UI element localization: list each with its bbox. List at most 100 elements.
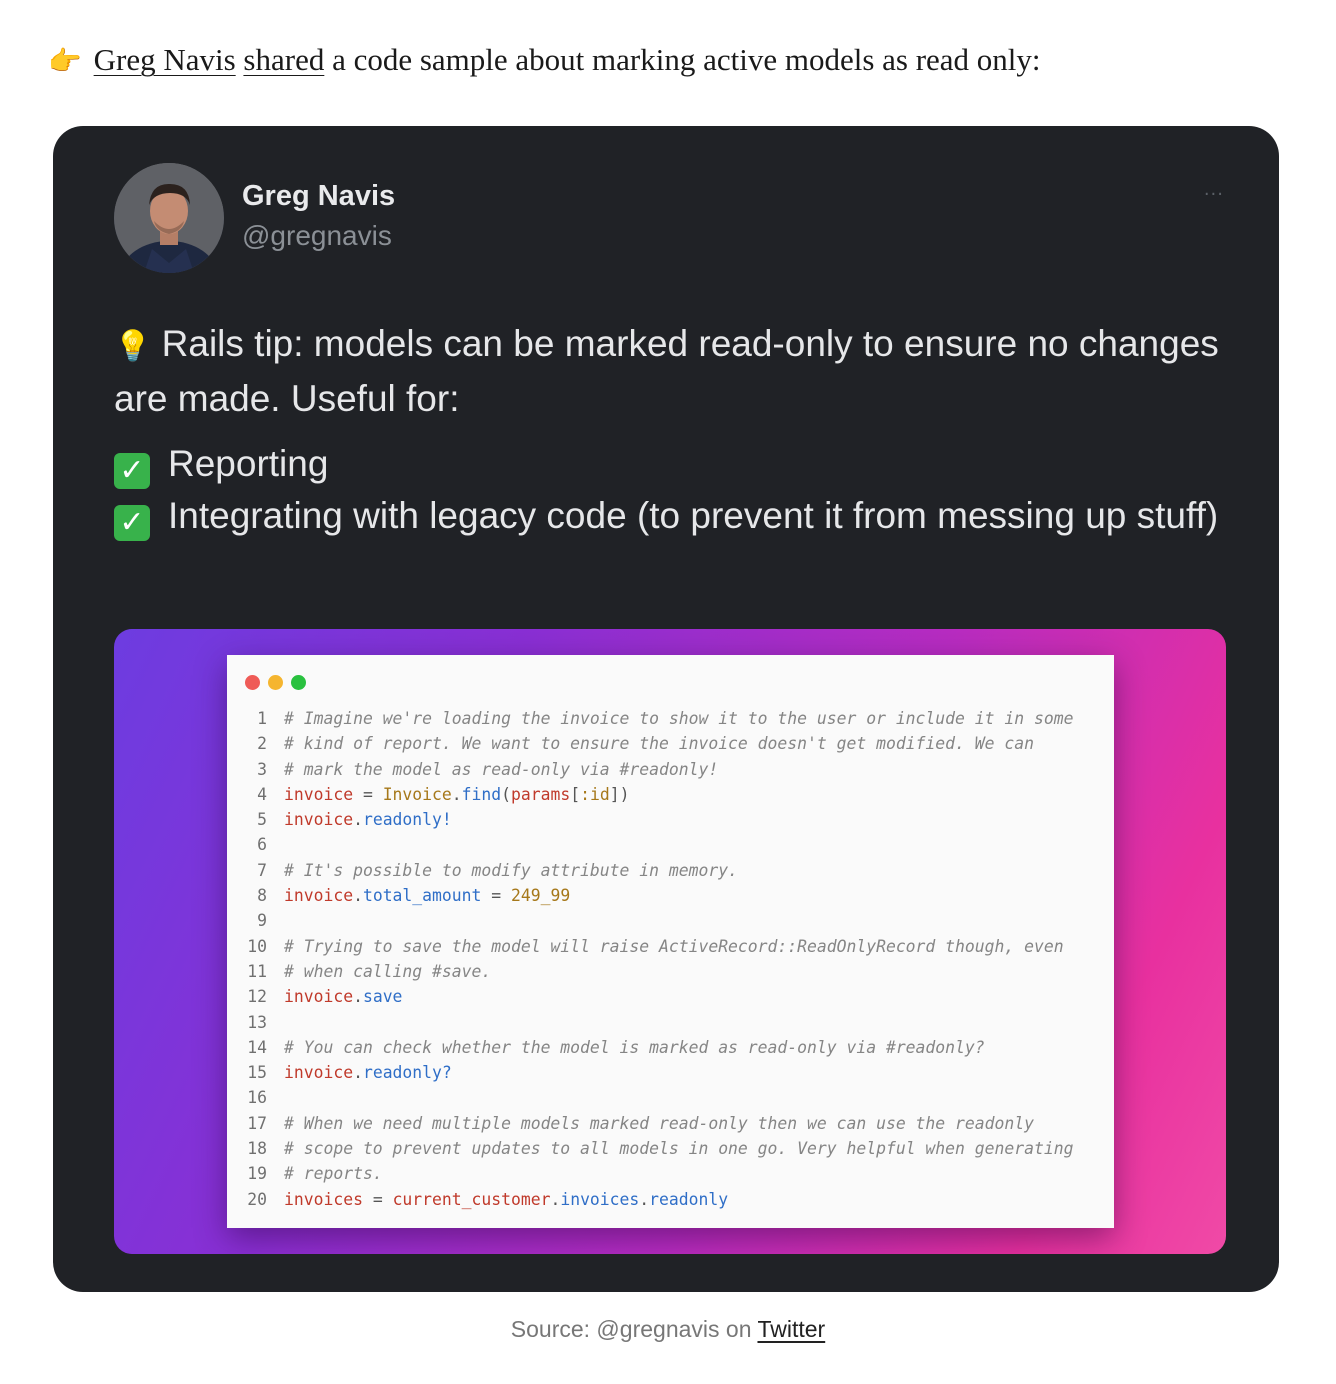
tweet-bullets: ✓ Reporting ✓ Integrating with legacy code…	[114, 438, 1224, 542]
code-token: # reports.	[284, 1164, 383, 1184]
minimize-dot-icon	[268, 675, 283, 690]
code-token: .	[639, 1189, 650, 1209]
author-name[interactable]: Greg Navis	[242, 180, 395, 213]
code-token: current_customer	[392, 1189, 551, 1209]
code-token: invoices	[284, 1189, 363, 1209]
line-number: 11	[247, 961, 267, 981]
author-link[interactable]: Greg Navis	[94, 42, 236, 77]
code-token: readonly	[649, 1189, 729, 1209]
code-line: 15 invoice.readonly?	[241, 1060, 1111, 1085]
line-number: 9	[257, 911, 267, 931]
code-token: =	[481, 886, 511, 906]
code-line: 1 # Imagine we're loading the invoice to …	[241, 706, 1111, 731]
tweet-body: 💡 Rails tip: models can be marked read-o…	[114, 318, 1224, 542]
avatar-portrait-image	[114, 163, 224, 273]
line-number: 14	[247, 1037, 267, 1057]
code-line: 18 # scope to prevent updates to all mode…	[241, 1136, 1111, 1161]
intro-text: a code sample about marking active model…	[324, 42, 1041, 77]
line-number: 20	[247, 1189, 267, 1209]
code-line: 6	[241, 832, 1111, 857]
tweet-media-image[interactable]: 1 # Imagine we're loading the invoice to …	[114, 629, 1226, 1254]
code-token: .	[550, 1189, 561, 1209]
line-number: 3	[257, 759, 267, 779]
bullet-legacy-code: Integrating with legacy code (to prevent…	[168, 495, 1219, 536]
twitter-link[interactable]: Twitter	[757, 1316, 825, 1342]
caption-text: Source: @gregnavis on	[510, 1316, 758, 1342]
code-line: 2 # kind of report. We want to ensure the…	[241, 731, 1111, 756]
code-token: # mark the model as read-only via #reado…	[284, 759, 719, 779]
code-token: invoice	[284, 810, 354, 830]
code-token: :id	[580, 784, 610, 804]
code-token: .	[451, 784, 462, 804]
tweet-paragraph-intro: 💡 Rails tip: models can be marked read-o…	[114, 318, 1224, 425]
code-token: =	[353, 784, 383, 804]
line-number: 17	[247, 1113, 267, 1133]
code-token: invoice	[284, 1063, 354, 1083]
code-token: Invoice	[382, 784, 452, 804]
line-number: 10	[247, 936, 267, 956]
window-controls	[245, 675, 314, 695]
line-number: 15	[247, 1063, 267, 1083]
code-line: 12 invoice.save	[241, 984, 1111, 1009]
image-caption: Source: @gregnavis on Twitter	[0, 1316, 1336, 1343]
code-line: 19 # reports.	[241, 1161, 1111, 1186]
code-token: [	[570, 784, 581, 804]
code-token: invoices	[560, 1189, 640, 1209]
code-token: invoice	[284, 886, 354, 906]
code-token: # You can check whether the model is mar…	[284, 1037, 985, 1057]
line-number: 12	[247, 987, 267, 1007]
intro-sentence: 👉 Greg Navis shared a code sample about m…	[48, 38, 1296, 84]
code-token: .	[353, 886, 363, 906]
line-number: 7	[257, 860, 267, 880]
code-token: (	[501, 784, 511, 804]
line-number: 8	[257, 886, 267, 906]
code-line: 8 invoice.total_amount = 249_99	[241, 883, 1111, 908]
code-token: .	[353, 1063, 363, 1083]
author-handle[interactable]: @gregnavis	[242, 220, 392, 252]
line-number: 2	[257, 734, 267, 754]
code-token: invoice	[284, 987, 354, 1007]
code-token: # kind of report. We want to ensure the …	[284, 734, 1034, 754]
code-token: total_amount	[362, 886, 482, 906]
line-number: 1	[257, 709, 267, 728]
code-line: 9	[241, 908, 1111, 933]
line-number: 6	[257, 835, 267, 855]
pointing-hand-icon: 👉	[48, 46, 82, 77]
code-token: 249_99	[510, 886, 571, 906]
code-token: # It's possible to modify attribute in m…	[284, 860, 738, 880]
code-line: 11 # when calling #save.	[241, 959, 1111, 984]
line-number: 13	[247, 1012, 267, 1032]
tweet-card[interactable]: Greg Navis @gregnavis ··· 💡 Rails tip: m…	[53, 126, 1279, 1292]
tweet-intro-text: Rails tip: models can be marked read-onl…	[114, 323, 1219, 419]
code-line: 4 invoice = Invoice.find(params[:id])	[241, 782, 1111, 807]
code-token: # Trying to save the model will raise Ac…	[284, 936, 1064, 956]
code-line: 14 # You can check whether the model is m…	[241, 1035, 1111, 1060]
code-token: =	[362, 1189, 393, 1209]
code-window: 1 # Imagine we're loading the invoice to …	[227, 655, 1114, 1228]
more-options-icon[interactable]: ···	[1204, 184, 1224, 205]
code-token: # scope to prevent updates to all models…	[284, 1139, 1074, 1159]
code-token: .	[353, 810, 363, 830]
code-line: 5 invoice.readonly!	[241, 807, 1111, 832]
maximize-dot-icon	[291, 675, 306, 690]
code-line: 16	[241, 1085, 1111, 1110]
shared-link[interactable]: shared	[243, 42, 324, 77]
code-token: params	[511, 784, 571, 804]
code-line: 7 # It's possible to modify attribute in …	[241, 858, 1111, 883]
code-token: # when calling #save.	[284, 961, 492, 981]
line-number: 5	[257, 810, 267, 830]
code-token: save	[362, 987, 403, 1007]
line-number: 19	[247, 1164, 267, 1184]
line-number: 4	[257, 784, 267, 804]
light-bulb-icon: 💡	[114, 329, 152, 364]
code-token: invoice	[284, 784, 354, 804]
code-token: ])	[609, 784, 630, 804]
code-line: 3 # mark the model as read-only via #read…	[241, 757, 1111, 782]
line-number: 16	[247, 1088, 267, 1108]
code-line: 10 # Trying to save the model will raise …	[241, 934, 1111, 959]
avatar[interactable]	[114, 163, 224, 273]
close-dot-icon	[245, 675, 260, 690]
code-token: readonly!	[362, 810, 452, 830]
code-token: # Imagine we're loading the invoice to s…	[284, 709, 1074, 728]
code-token: find	[461, 784, 502, 804]
